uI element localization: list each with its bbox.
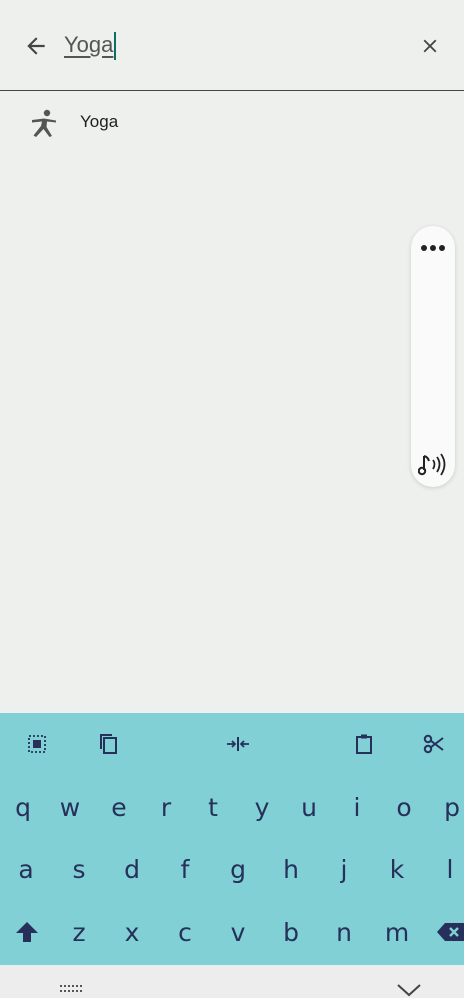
key-y[interactable]: y xyxy=(239,784,285,830)
cut-icon xyxy=(423,734,444,754)
cut-button[interactable] xyxy=(419,729,449,759)
chevron-down-icon[interactable] xyxy=(396,983,422,997)
key-d[interactable]: d xyxy=(109,846,155,892)
backspace-key[interactable] xyxy=(428,909,464,955)
sound-music-icon xyxy=(418,453,446,476)
clipboard-icon xyxy=(356,734,372,754)
close-icon xyxy=(423,39,437,53)
key-i[interactable]: i xyxy=(334,784,380,830)
more-options-button[interactable] xyxy=(411,236,455,260)
key-x[interactable]: x xyxy=(109,909,155,955)
back-button[interactable] xyxy=(20,30,52,62)
key-t[interactable]: t xyxy=(190,784,236,830)
key-a[interactable]: a xyxy=(3,846,49,892)
more-options-icon xyxy=(421,245,445,251)
shift-arrow-icon xyxy=(16,922,38,942)
yoga-pose-icon xyxy=(32,109,56,137)
clear-search-button[interactable] xyxy=(414,30,446,62)
key-m[interactable]: m xyxy=(374,909,420,955)
search-result-item[interactable]: Yoga xyxy=(0,100,464,146)
key-f[interactable]: f xyxy=(162,846,208,892)
key-c[interactable]: c xyxy=(162,909,208,955)
select-all-button[interactable] xyxy=(22,729,52,759)
search-input[interactable]: Yoga xyxy=(64,28,314,62)
key-q[interactable]: q xyxy=(0,784,46,830)
search-divider xyxy=(0,90,464,91)
select-all-icon xyxy=(28,735,46,753)
key-u[interactable]: u xyxy=(286,784,332,830)
text-cursor xyxy=(114,32,117,61)
keyboard-nav-bar xyxy=(0,965,464,998)
key-o[interactable]: o xyxy=(381,784,427,830)
key-k[interactable]: k xyxy=(374,846,420,892)
key-e[interactable]: e xyxy=(96,784,142,830)
search-query-text: Yoga xyxy=(64,32,114,57)
search-bar: Yoga xyxy=(0,0,464,90)
key-z[interactable]: z xyxy=(56,909,102,955)
key-j[interactable]: j xyxy=(321,846,367,892)
sound-button[interactable] xyxy=(411,450,455,480)
key-w[interactable]: w xyxy=(47,784,93,830)
key-h[interactable]: h xyxy=(268,846,314,892)
floating-side-panel xyxy=(411,226,455,487)
copy-button[interactable] xyxy=(93,729,123,759)
key-g[interactable]: g xyxy=(215,846,261,892)
key-s[interactable]: s xyxy=(56,846,102,892)
copy-icon xyxy=(100,734,117,754)
cursor-split-icon xyxy=(227,737,249,751)
backspace-icon xyxy=(437,923,464,941)
clipboard-button[interactable] xyxy=(349,729,379,759)
shift-key[interactable] xyxy=(4,909,50,955)
key-v[interactable]: v xyxy=(215,909,261,955)
key-r[interactable]: r xyxy=(143,784,189,830)
keyboard: q w e r t y u i o p a s d f g h j k l z … xyxy=(0,713,464,965)
keyboard-switch-icon[interactable] xyxy=(60,985,84,993)
arrow-back-icon xyxy=(27,37,45,55)
key-l[interactable]: l xyxy=(427,846,464,892)
cursor-control-button[interactable] xyxy=(223,729,253,759)
key-p[interactable]: p xyxy=(429,784,464,830)
key-n[interactable]: n xyxy=(321,909,367,955)
result-label: Yoga xyxy=(80,112,119,131)
key-b[interactable]: b xyxy=(268,909,314,955)
